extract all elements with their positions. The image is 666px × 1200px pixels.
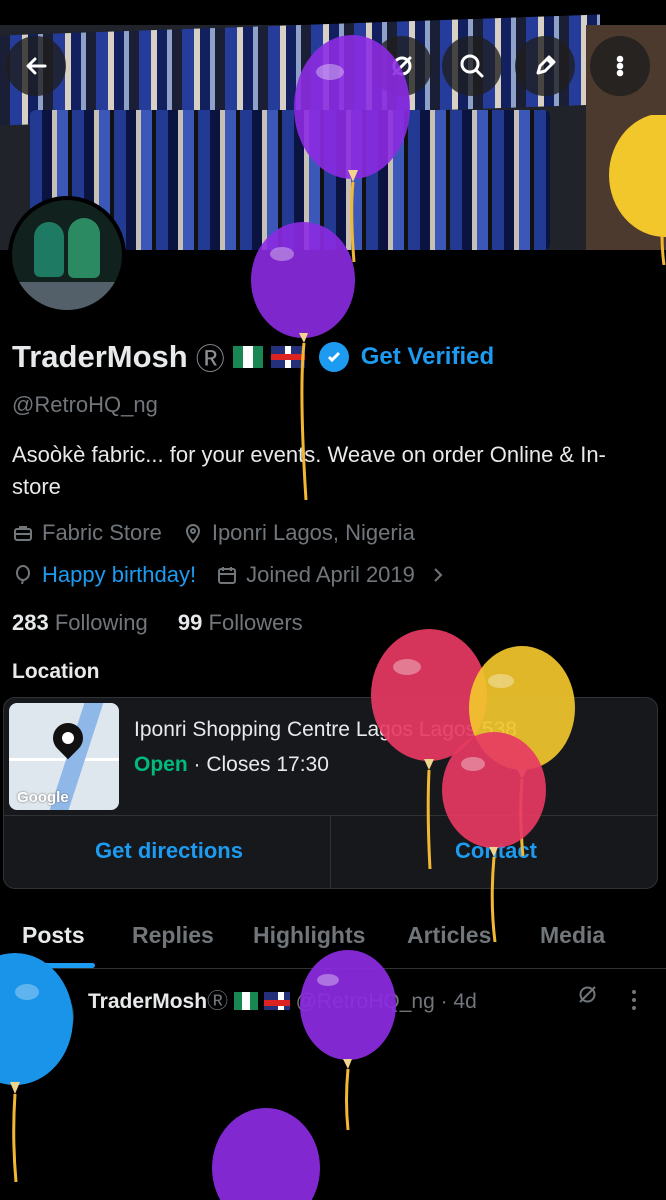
following-count: 283	[12, 610, 49, 635]
chevron-right-icon[interactable]	[427, 564, 449, 586]
tab-replies[interactable]: Replies	[132, 922, 214, 949]
get-directions-button[interactable]: Get directions	[19, 838, 319, 864]
balloon-icon	[16, 565, 30, 585]
profile-avatar[interactable]	[8, 196, 126, 314]
more-vertical-icon	[616, 55, 624, 77]
purple-birthday-balloon-4	[212, 1108, 320, 1200]
tab-posts[interactable]: Posts	[22, 922, 85, 949]
search-button[interactable]	[442, 36, 502, 96]
edit-button[interactable]	[515, 36, 575, 96]
location-hours: Open · Closes 17:30	[134, 753, 329, 777]
profile-handle: @RetroHQ_ng	[12, 392, 158, 417]
post-header: TraderMoshⓇ @RetroHQ_ng · 4d	[88, 985, 477, 1015]
closing-time: · Closes 17:30	[187, 753, 329, 776]
purple-birthday-balloon-3	[300, 950, 396, 1130]
followers-link[interactable]: 99 Followers	[178, 610, 303, 635]
yellow-birthday-balloon-edge	[609, 115, 666, 265]
map-road	[9, 758, 119, 761]
open-status: Open	[134, 753, 188, 776]
post-nigeria-flag-icon	[233, 992, 258, 1010]
profile-category: Fabric Store	[42, 520, 162, 545]
post-grok-icon[interactable]	[575, 982, 600, 1007]
avatar-person-left	[34, 222, 64, 277]
location-map-thumbnail[interactable]: Google	[9, 703, 119, 810]
map-pin-icon	[185, 524, 200, 544]
calendar-icon	[218, 567, 237, 584]
blue-birthday-balloon	[0, 953, 73, 1182]
followers-count: 99	[177, 610, 203, 635]
follow-stats: 283 Following 99 Followers	[12, 610, 303, 636]
more-options-button[interactable]	[590, 36, 650, 96]
map-provider-label: Google	[17, 789, 69, 806]
post-more-icon[interactable]	[630, 988, 638, 1012]
following-label: Following	[54, 610, 148, 635]
card-vertical-divider	[330, 815, 331, 888]
registered-mark: Ⓡ	[195, 344, 225, 376]
profile-dates-row: Happy birthday! Joined April 2019	[12, 562, 457, 588]
briefcase-icon	[14, 526, 32, 541]
get-verified-link[interactable]: Get Verified	[361, 343, 494, 371]
following-link[interactable]: 283 Following	[12, 610, 148, 635]
post-uk-flag-icon	[263, 992, 290, 1010]
post-author-name[interactable]: TraderMosh	[88, 990, 207, 1013]
edit-pencil-icon	[536, 55, 556, 75]
profile-name: TraderMosh	[12, 339, 188, 374]
avatar-person-right	[68, 218, 100, 278]
back-arrow-icon	[26, 57, 47, 75]
back-button[interactable]	[6, 36, 66, 96]
profile-location: Iponri Lagos, Nigeria	[211, 520, 415, 545]
tab-highlights[interactable]: Highlights	[253, 922, 365, 949]
search-icon	[460, 54, 484, 78]
birthday-link[interactable]: Happy birthday!	[42, 562, 196, 588]
purple-birthday-balloon-2	[251, 222, 355, 500]
avatar-floor	[12, 282, 122, 310]
joined-date: Joined April 2019	[246, 562, 415, 587]
location-heading: Location	[12, 660, 100, 683]
profile-category-location: Fabric Store Iponri Lagos, Nigeria	[12, 520, 415, 546]
post-registered-mark: Ⓡ	[207, 990, 229, 1013]
red-birthday-balloon-2	[442, 732, 546, 942]
map-pin-center	[62, 732, 74, 744]
followers-label: Followers	[208, 610, 303, 635]
